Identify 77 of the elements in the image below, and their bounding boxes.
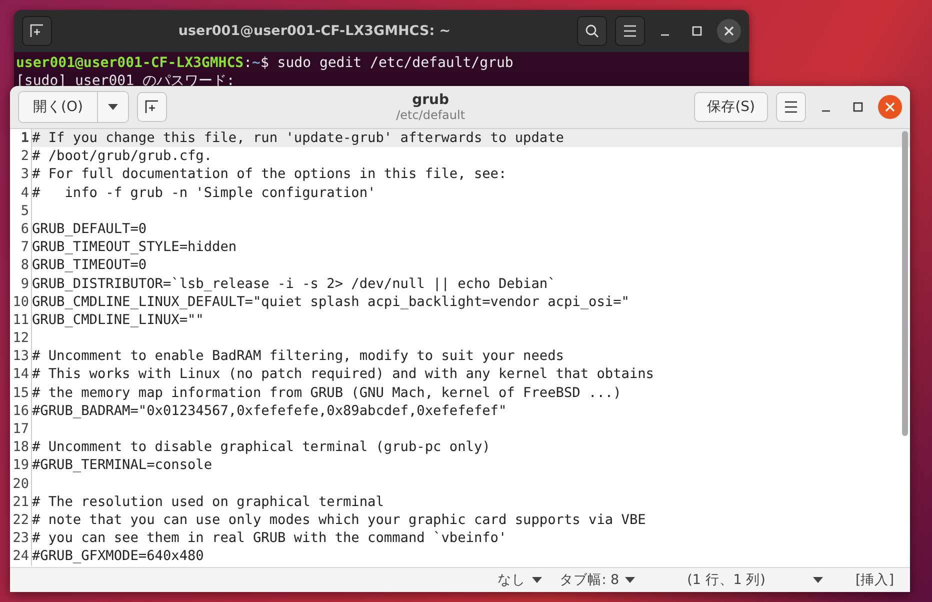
code-line: # The resolution used on graphical terminal	[32, 492, 384, 511]
line-number: 24	[12, 547, 30, 566]
line-number: 2	[20, 147, 30, 166]
terminal-line: [sudo] user001 のパスワード:	[16, 72, 236, 90]
code-line: #GRUB_GFXMODE=640x480	[32, 547, 204, 566]
window-title: user001@user001-CF-LX3GMHCS: ~	[177, 23, 452, 39]
line-number: 20	[12, 474, 30, 493]
line-number: 15	[12, 384, 30, 402]
save-button[interactable]: 保存(S)	[694, 92, 768, 122]
open-dropdown-button[interactable]	[98, 92, 128, 122]
line-number: 11	[12, 310, 30, 330]
line-number: 10	[12, 292, 30, 311]
caret-icon	[108, 104, 118, 110]
line-number: 1	[20, 129, 30, 148]
line-number: 5	[20, 202, 30, 220]
caret-icon	[532, 577, 542, 583]
minimize-icon	[660, 34, 670, 36]
code-line: # Uncomment to disable graphical terminal (grub-pc only)	[32, 438, 490, 456]
minimize-icon	[821, 110, 831, 112]
code-line: # you can see them in real GRUB with the command `vbeinfo'	[32, 529, 507, 548]
caret-icon	[813, 577, 824, 583]
line-number: 8	[20, 256, 30, 274]
code-line: # the memory map information from GRUB (GNU Mach, kernel of FreeBSD ...)	[32, 384, 622, 402]
code-line: # This works with Linux (no patch required) and with any kernel that obtains	[32, 365, 654, 384]
code-line: #GRUB_TERMINAL=console	[32, 456, 212, 475]
line-number: 14	[12, 365, 30, 384]
new-tab-icon	[30, 24, 44, 38]
code-line: #GRUB_BADRAM="0x01234567,0xfefefefe,0x89abcdef,0xefefefef"	[32, 402, 507, 420]
menu-icon	[784, 101, 798, 113]
code-line: GRUB_CMDLINE_LINUX=""	[32, 310, 204, 330]
close-icon	[724, 26, 734, 36]
cursor-position: (1 行、1 列)	[687, 571, 766, 589]
code-line: # note that you can use only modes which your graphic card supports via VBE	[32, 510, 646, 530]
caret-icon	[625, 577, 636, 583]
maximize-icon	[853, 102, 863, 112]
menu-icon	[623, 25, 637, 37]
line-number: 3	[20, 165, 30, 184]
line-number: 18	[12, 438, 30, 456]
window-subtitle: /etc/default	[396, 108, 466, 122]
new-tab-button[interactable]	[22, 16, 52, 46]
close-button[interactable]	[717, 19, 741, 43]
maximize-icon	[692, 26, 702, 36]
code-line: GRUB_TIMEOUT=0	[32, 256, 147, 274]
line-number: 21	[12, 492, 30, 511]
open-button[interactable]: 開く(O)	[19, 92, 98, 122]
line-number: 23	[12, 529, 30, 548]
search-icon	[585, 24, 599, 38]
code-line: # Uncomment to enable BadRAM filtering, modify to suit your needs	[32, 347, 564, 366]
code-line: # info -f grub -n 'Simple configuration'	[32, 184, 376, 202]
line-number: 19	[12, 456, 30, 475]
language-selector[interactable]: なし	[498, 571, 542, 589]
scrollbar-thumb[interactable]	[902, 131, 908, 436]
code-line: GRUB_TIMEOUT_STYLE=hidden	[32, 238, 237, 256]
code-line: # If you change this file, run 'update-grub' afterwards to update	[32, 129, 564, 148]
line-number: 12	[12, 329, 30, 348]
window-title: grub	[412, 92, 450, 108]
line-number: 7	[20, 238, 30, 256]
code-line: # /boot/grub/grub.cfg.	[32, 147, 212, 166]
line-number: 4	[20, 184, 30, 202]
code-line: # For full documentation of the options in this file, see:	[32, 165, 507, 184]
insert-mode: [挿入]	[855, 571, 894, 589]
line-number: 6	[20, 220, 30, 238]
code-line: GRUB_DISTRIBUTOR=`lsb_release -i -s 2> /dev/null || echo Debian`	[32, 274, 556, 293]
code-line: GRUB_CMDLINE_LINUX_DEFAULT="quiet splash acpi_backlight=vendor acpi_osi="	[32, 292, 630, 311]
new-tab-icon	[144, 100, 159, 114]
line-number: 17	[12, 420, 30, 438]
line-number: 22	[12, 510, 30, 530]
line-number: 9	[20, 274, 30, 293]
line-number: 16	[12, 402, 30, 420]
close-icon	[885, 102, 895, 112]
code-line: GRUB_DEFAULT=0	[32, 220, 147, 238]
position-dropdown-button[interactable]	[813, 577, 824, 583]
terminal-line: user001@user001-CF-LX3GMHCS:~$ sudo gedit /etc/default/grub	[16, 54, 514, 72]
menu-button[interactable]	[615, 16, 645, 46]
line-number: 13	[12, 347, 30, 366]
search-button[interactable]	[577, 16, 607, 46]
tab-width-selector[interactable]: タブ幅: 8	[560, 571, 636, 589]
